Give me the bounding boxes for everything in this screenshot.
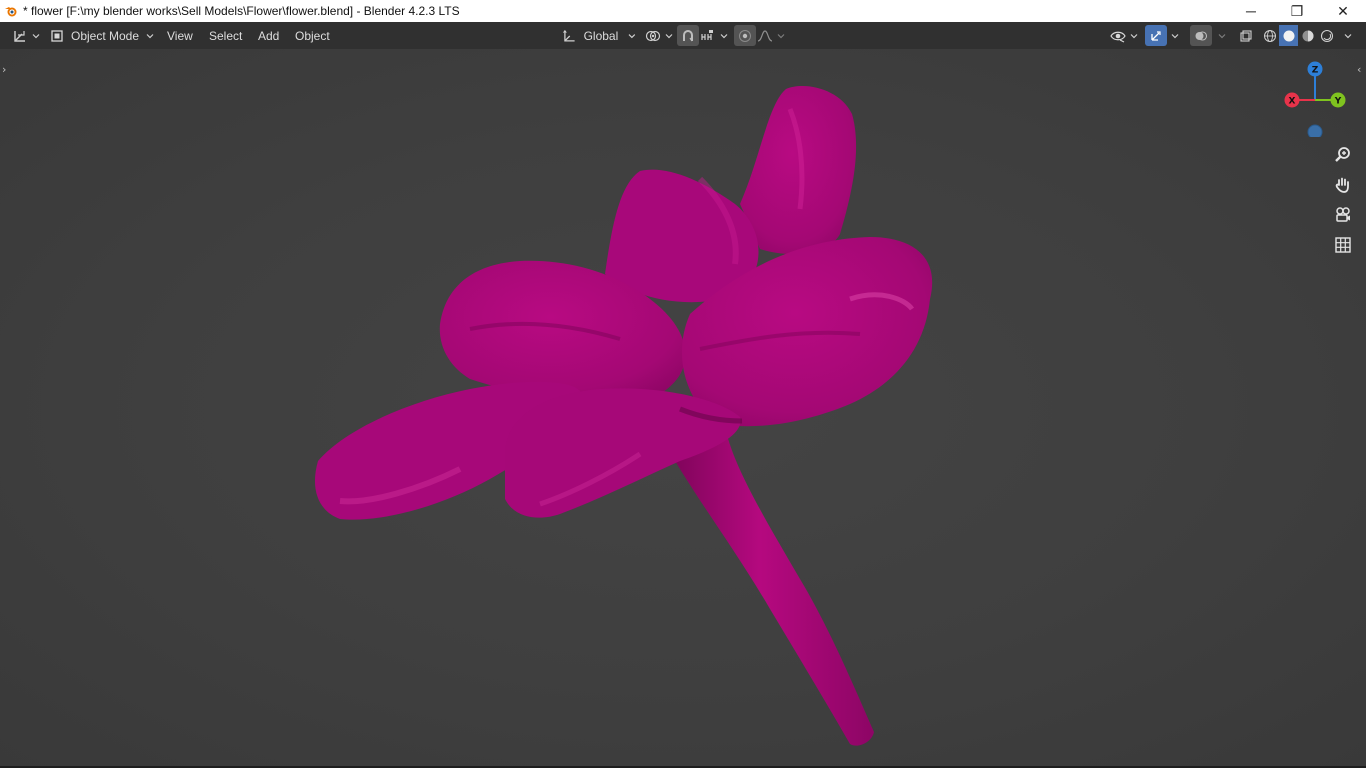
overlays-toggle-button[interactable]	[1190, 25, 1212, 46]
menu-view[interactable]: View	[161, 25, 199, 46]
rendered-shading-button[interactable]	[1317, 25, 1336, 46]
object-mode-icon	[51, 29, 63, 42]
hand-pan-icon	[1335, 177, 1349, 193]
xray-toggle-button[interactable]	[1235, 25, 1257, 46]
mode-dropdown[interactable]: Object Mode	[45, 25, 157, 46]
pan-button[interactable]	[1330, 172, 1356, 198]
close-button[interactable]: ✕	[1320, 0, 1366, 22]
gizmo-y-label: Y	[1334, 97, 1342, 107]
snap-magnet-icon	[683, 29, 693, 41]
grid-ortho-icon	[1335, 237, 1351, 253]
shading-mode-group	[1260, 25, 1336, 46]
camera-view-button[interactable]	[1330, 202, 1356, 228]
chevron-down-icon	[665, 33, 673, 38]
falloff-curve-icon	[757, 29, 773, 42]
chevron-down-icon	[146, 33, 154, 38]
chevron-down-icon	[720, 33, 728, 38]
viewport-editor-icon	[14, 30, 25, 42]
restore-button[interactable]: ❐	[1274, 0, 1320, 22]
menu-add[interactable]: Add	[252, 25, 285, 46]
chevron-down-icon	[628, 33, 636, 38]
flower-stem	[668, 431, 874, 746]
ortho-grid-button[interactable]	[1330, 232, 1356, 258]
pivot-point-icon	[645, 30, 661, 41]
chevron-down-icon	[32, 33, 40, 38]
overlays-dropdown[interactable]	[1214, 25, 1228, 46]
material-shading-button[interactable]	[1298, 25, 1317, 46]
camera-view-icon	[1336, 207, 1350, 222]
xray-toggle-icon	[1240, 29, 1252, 42]
chevron-down-icon	[777, 33, 785, 38]
menu-object[interactable]: Object	[289, 25, 336, 46]
gizmo-toggle-icon	[1151, 30, 1161, 41]
chevron-down-icon	[1130, 33, 1138, 38]
gizmo-dropdown[interactable]	[1167, 25, 1181, 46]
solid-shading-icon	[1283, 30, 1294, 41]
overlays-icon	[1195, 30, 1208, 41]
mode-label: Object Mode	[71, 28, 140, 43]
window-titlebar: * flower [F:\my blender works\Sell Model…	[0, 0, 1366, 22]
minimize-button[interactable]: ─	[1228, 0, 1274, 22]
petal-top	[740, 86, 857, 254]
editor-type-button[interactable]	[10, 25, 40, 46]
flower-model[interactable]	[0, 49, 1366, 766]
zoom-icon	[1335, 147, 1350, 162]
gizmo-toggle-button[interactable]	[1145, 25, 1167, 46]
window-title: * flower [F:\my blender works\Sell Model…	[23, 4, 460, 18]
shading-options-dropdown[interactable]	[1340, 25, 1354, 46]
chevron-down-icon	[1171, 33, 1179, 38]
gizmo-z-label: Z	[1312, 66, 1319, 76]
blender-logo-icon	[0, 0, 22, 22]
proportional-edit-icon	[739, 29, 751, 42]
snap-toggle-button[interactable]	[677, 25, 699, 46]
navigation-gizmo[interactable]: Z X Y	[1280, 57, 1352, 137]
snap-target-dropdown[interactable]	[700, 25, 730, 46]
eye-visibility-icon	[1110, 31, 1126, 43]
transform-orientation-label: Global	[583, 28, 619, 43]
gizmo-neg-z-axis[interactable]	[1307, 124, 1323, 137]
transform-orientation-dropdown[interactable]: Global	[558, 25, 636, 46]
gizmo-x-label: X	[1289, 97, 1296, 107]
zoom-button[interactable]	[1330, 142, 1356, 168]
orientation-global-icon	[563, 29, 575, 41]
menu-select[interactable]: Select	[203, 25, 248, 46]
falloff-dropdown[interactable]	[757, 25, 787, 46]
wireframe-shading-button[interactable]	[1260, 25, 1279, 46]
chevron-down-icon	[1218, 33, 1226, 38]
proportional-edit-button[interactable]	[734, 25, 756, 46]
snap-increment-icon	[701, 29, 713, 40]
wireframe-shading-icon	[1263, 29, 1276, 42]
solid-shading-button[interactable]	[1279, 25, 1298, 46]
pivot-point-dropdown[interactable]	[645, 25, 673, 46]
visibility-dropdown[interactable]	[1110, 25, 1140, 46]
3d-viewport[interactable]: › ‹ Z X Y	[0, 49, 1366, 766]
viewport-header: Object Mode View Select Add Object Globa…	[0, 22, 1366, 49]
rendered-shading-icon	[1320, 29, 1333, 42]
chevron-down-icon	[1344, 33, 1352, 38]
material-shading-icon	[1302, 30, 1313, 41]
